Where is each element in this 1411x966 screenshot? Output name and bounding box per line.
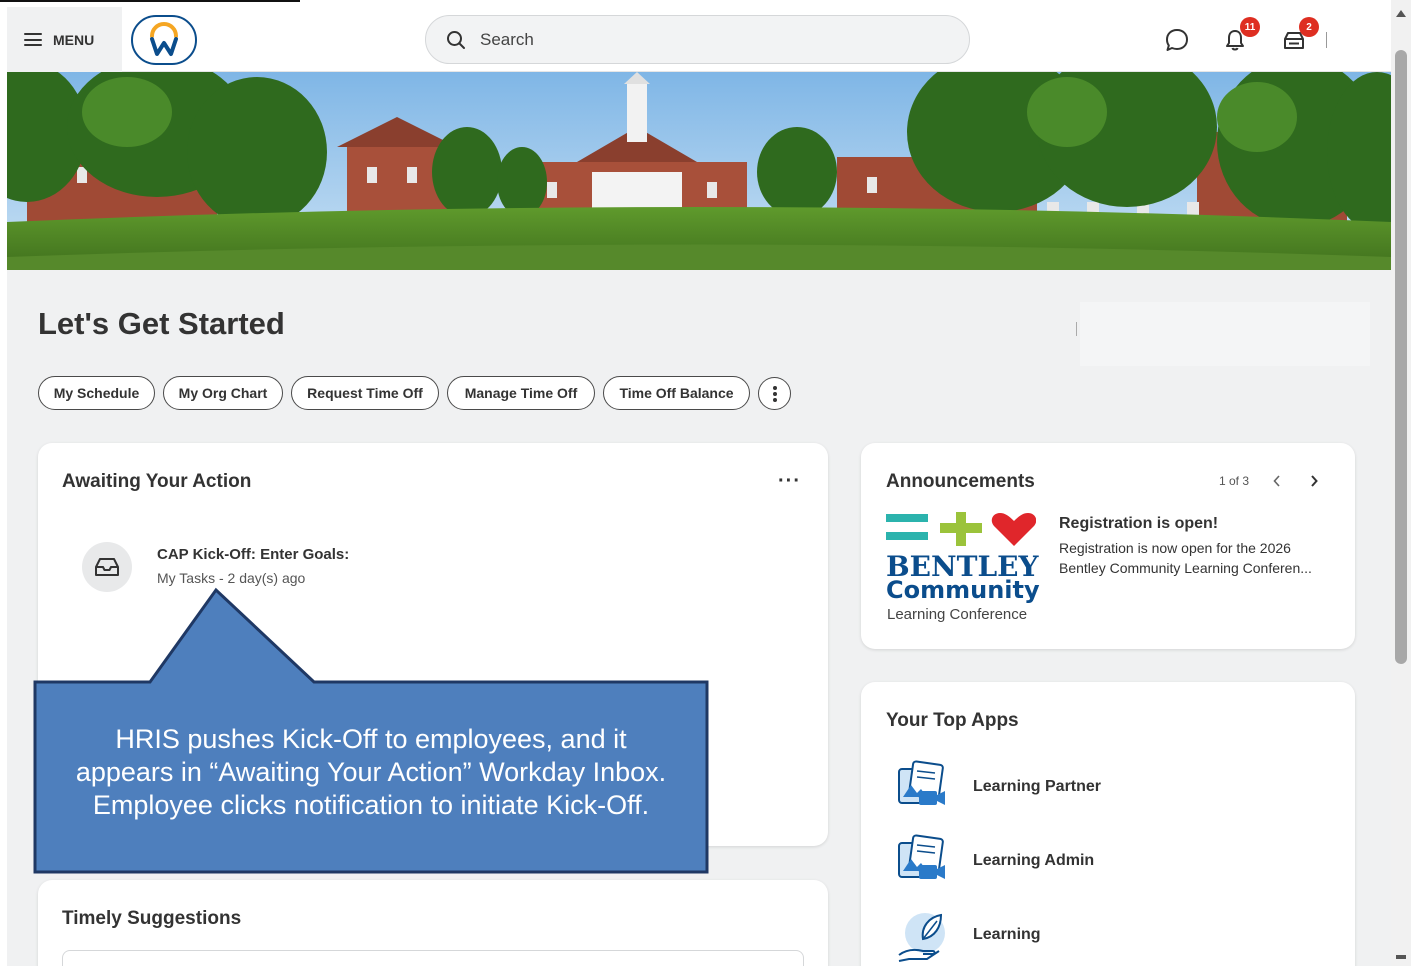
chevron-right-icon <box>1311 475 1318 487</box>
blank-panel <box>1080 302 1370 366</box>
previous-announcement-button[interactable] <box>1268 472 1286 490</box>
inbox-badge: 2 <box>1299 17 1319 37</box>
app-learning-admin[interactable]: Learning Admin <box>893 831 1333 891</box>
hamburger-icon <box>24 33 42 46</box>
campus-banner-image <box>7 72 1391 270</box>
top-bar: MENU 11 2 <box>7 7 1391 72</box>
page-scrollbar[interactable] <box>1391 0 1411 966</box>
app-label: Learning Admin <box>973 852 1095 869</box>
search-bar[interactable] <box>425 15 970 64</box>
more-actions-button[interactable] <box>758 377 791 410</box>
timely-suggestions-title: Timely Suggestions <box>62 908 242 929</box>
chevron-left-icon <box>1273 475 1280 487</box>
bentley-logo-line2: Community <box>886 576 1040 604</box>
announcement-body: Registration is now open for the 2026 Be… <box>1059 540 1312 576</box>
notifications-badge: 11 <box>1240 17 1260 37</box>
app-learning-partner[interactable]: Learning Partner <box>893 757 1333 817</box>
learning-partner-icon <box>893 757 953 817</box>
app-label: Learning Partner <box>973 778 1102 795</box>
vertical-dots-icon <box>772 385 777 402</box>
menu-button[interactable]: MENU <box>7 7 122 72</box>
app-learning[interactable]: Learning <box>893 905 1333 965</box>
task-meta: My Tasks - 2 day(s) ago <box>157 570 306 586</box>
scroll-thumb[interactable] <box>1395 50 1407 664</box>
bentley-community-logo[interactable]: BENTLEY Community Learning Conference <box>886 512 1041 627</box>
suggestion-item[interactable] <box>62 950 804 966</box>
my-schedule-button[interactable]: My Schedule <box>38 376 155 410</box>
scroll-down-arrow-icon[interactable] <box>1396 955 1406 959</box>
callout-text: HRIS pushes Kick-Off to employees, and i… <box>75 723 667 820</box>
time-off-balance-button[interactable]: Time Off Balance <box>603 376 750 410</box>
page-title: Let's Get Started <box>38 306 285 341</box>
inbox-icon[interactable]: 2 <box>1279 17 1319 55</box>
my-org-chart-button[interactable]: My Org Chart <box>163 376 283 410</box>
announcement-pager: 1 of 3 <box>1219 474 1250 488</box>
divider <box>1076 322 1077 336</box>
equals-plus-heart-icon <box>886 512 1036 546</box>
request-time-off-button[interactable]: Request Time Off <box>291 376 439 410</box>
learning-admin-icon <box>893 831 953 891</box>
workday-logo[interactable] <box>131 15 197 65</box>
manage-time-off-button[interactable]: Manage Time Off <box>447 376 595 410</box>
task-inbox-icon <box>82 542 132 592</box>
next-announcement-button[interactable] <box>1305 472 1323 490</box>
menu-label: MENU <box>53 31 95 48</box>
profile-edge <box>1326 32 1327 48</box>
awaiting-action-title: Awaiting Your Action <box>62 471 252 492</box>
task-title-link[interactable]: CAP Kick-Off: Enter Goals: <box>157 546 349 563</box>
chat-icon[interactable] <box>1162 25 1192 55</box>
announcements-title: Announcements <box>886 471 1035 492</box>
search-icon <box>447 30 465 49</box>
bentley-logo-line3: Learning Conference <box>887 606 1028 623</box>
awaiting-more-button[interactable]: ··· <box>778 470 801 493</box>
announcement-headline[interactable]: Registration is open! <box>1059 515 1218 533</box>
top-apps-title: Your Top Apps <box>886 710 1019 731</box>
scroll-up-arrow-icon[interactable] <box>1396 10 1406 17</box>
app-label: Learning <box>973 926 1041 943</box>
notifications-icon[interactable]: 11 <box>1220 17 1260 55</box>
search-input[interactable] <box>480 29 900 50</box>
learning-leaf-icon <box>893 905 953 965</box>
window-top-strip <box>0 0 300 2</box>
